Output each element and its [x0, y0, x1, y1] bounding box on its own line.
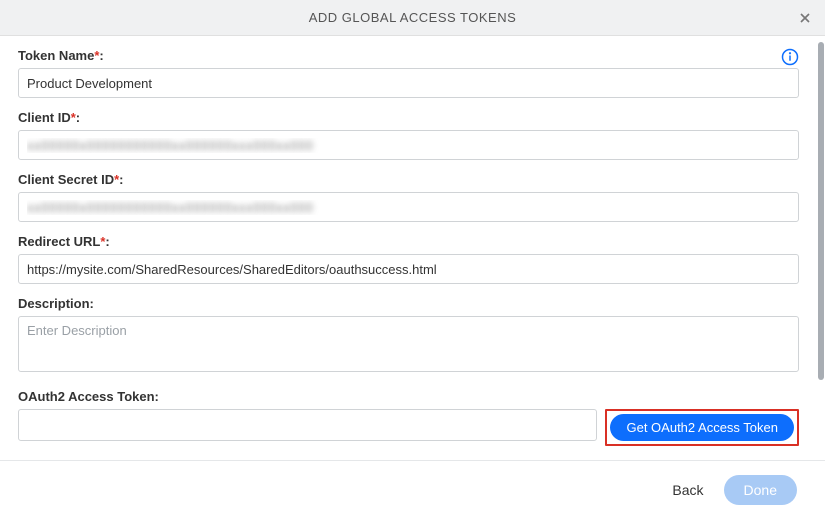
modal-title: ADD GLOBAL ACCESS TOKENS — [309, 10, 517, 25]
done-button[interactable]: Done — [724, 475, 797, 505]
input-token-name[interactable] — [18, 68, 799, 98]
field-oauth-token: OAuth2 Access Token: Get OAuth2 Access T… — [18, 389, 799, 446]
label-redirect-url: Redirect URL*: — [18, 234, 799, 249]
scrollbar-thumb[interactable] — [818, 42, 824, 380]
input-client-secret[interactable] — [18, 192, 799, 222]
back-button[interactable]: Back — [672, 482, 703, 498]
label-client-secret: Client Secret ID*: — [18, 172, 799, 187]
modal-footer: Back Done — [0, 460, 825, 519]
modal-content: Token Name*: Client ID*: Client Secret I… — [0, 36, 817, 460]
oauth-row: Get OAuth2 Access Token — [18, 409, 799, 446]
field-client-secret: Client Secret ID*: — [18, 172, 799, 222]
modal-header: ADD GLOBAL ACCESS TOKENS — [0, 0, 825, 36]
modal-add-global-access-tokens: ADD GLOBAL ACCESS TOKENS Token Name*: Cl… — [0, 0, 825, 519]
label-text: OAuth2 Access Token — [18, 389, 155, 404]
label-text: Redirect URL — [18, 234, 100, 249]
scrollbar[interactable] — [817, 36, 825, 460]
label-description: Description: — [18, 296, 799, 311]
textarea-description[interactable] — [18, 316, 799, 372]
input-client-id[interactable] — [18, 130, 799, 160]
label-token-name: Token Name*: — [18, 48, 799, 63]
close-button[interactable] — [793, 6, 817, 30]
get-oauth-token-button[interactable]: Get OAuth2 Access Token — [610, 414, 794, 441]
label-oauth-token: OAuth2 Access Token: — [18, 389, 799, 404]
field-client-id: Client ID*: — [18, 110, 799, 160]
field-token-name: Token Name*: — [18, 48, 799, 98]
content-wrapper: Token Name*: Client ID*: Client Secret I… — [0, 36, 825, 460]
close-icon — [797, 10, 813, 26]
info-button[interactable] — [781, 48, 799, 71]
label-text: Description — [18, 296, 90, 311]
label-client-id: Client ID*: — [18, 110, 799, 125]
field-description: Description: — [18, 296, 799, 377]
label-text: Token Name — [18, 48, 94, 63]
label-text: Client ID — [18, 110, 71, 125]
label-text: Client Secret ID — [18, 172, 114, 187]
info-icon — [781, 48, 799, 66]
input-redirect-url[interactable] — [18, 254, 799, 284]
get-token-highlight: Get OAuth2 Access Token — [605, 409, 799, 446]
field-redirect-url: Redirect URL*: — [18, 234, 799, 284]
input-oauth-token[interactable] — [18, 409, 597, 441]
